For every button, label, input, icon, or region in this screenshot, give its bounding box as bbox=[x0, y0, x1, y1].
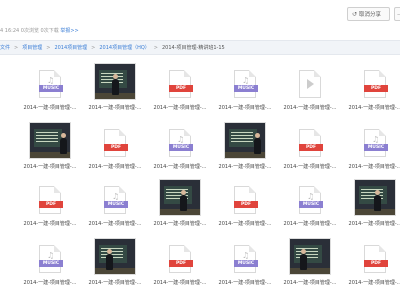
music-file-icon: ♫ MUSIC bbox=[39, 70, 63, 98]
file-item[interactable]: ♫ MUSIC 2014-一建-项目管理-... bbox=[210, 58, 280, 111]
file-name[interactable]: 2014-一建-项目管理-... bbox=[80, 163, 150, 170]
file-item[interactable]: 2014-一建-项目管理-... bbox=[210, 117, 280, 170]
music-file-icon: ♫ MUSIC bbox=[234, 245, 258, 273]
report-link[interactable]: 举报>> bbox=[60, 28, 78, 34]
lecture-thumbnail bbox=[289, 238, 331, 275]
breadcrumb-current: 2014-项目管理-精讲班1-15 bbox=[162, 45, 225, 51]
pdf-file-icon: PDF bbox=[169, 70, 193, 98]
file-name[interactable]: 2014-一建-项目管理-... bbox=[80, 220, 150, 227]
file-name[interactable]: 2014-一建-项目管理-... bbox=[275, 279, 345, 286]
breadcrumb: 文件 > 项目管理 >2014项目管理 >2014项目管理（HQ） >2014-项目管理-… bbox=[0, 44, 225, 51]
file-name[interactable]: 2014-一建-项目管理-... bbox=[145, 220, 215, 227]
file-name[interactable]: 2014-一建-项目管理-... bbox=[210, 163, 280, 170]
music-file-icon: ♫ MUSIC bbox=[104, 186, 128, 214]
file-item[interactable]: ♫ MUSIC 2014-一建-项目管理-... bbox=[275, 174, 345, 227]
file-name[interactable]: 2014-一建-项目管理-... bbox=[145, 279, 215, 286]
file-meta: 4 16:24 0次浏览 0次下载 举报>> bbox=[0, 27, 79, 34]
breadcrumb-separator: > bbox=[153, 45, 158, 51]
file-item[interactable]: ♫ MUSIC 2014-一建-项目管理-... bbox=[210, 233, 280, 286]
lecture-thumbnail bbox=[159, 179, 201, 216]
cancel-share-label: 取消分享 bbox=[359, 12, 382, 18]
file-name[interactable]: 2014-一建-项目管理-... bbox=[340, 279, 400, 286]
music-file-icon: ♫ MUSIC bbox=[364, 129, 388, 157]
file-item[interactable]: PDF 2014-一建-项目管理-... bbox=[275, 117, 345, 170]
file-name[interactable]: 2014-一建-项目管理-... bbox=[145, 104, 215, 111]
music-file-icon: ♫ MUSIC bbox=[169, 129, 193, 157]
breadcrumb-item[interactable]: 文件 bbox=[0, 45, 10, 51]
pdf-file-icon: PDF bbox=[39, 186, 63, 214]
breadcrumb-item[interactable]: 2014项目管理 bbox=[54, 45, 87, 51]
file-item[interactable]: PDF 2014-一建-项目管理-... bbox=[210, 174, 280, 227]
file-name[interactable]: 2014-一建-项目管理-... bbox=[340, 220, 400, 227]
music-file-icon: ♫ MUSIC bbox=[299, 186, 323, 214]
cancel-share-button[interactable]: ↺ 取消分享 bbox=[347, 7, 390, 21]
file-item[interactable]: ♫ MUSIC 2014-一建-项目管理-... bbox=[340, 117, 400, 170]
breadcrumb-separator: > bbox=[46, 45, 51, 51]
file-name[interactable]: 2014-一建-项目管理-... bbox=[210, 279, 280, 286]
file-item[interactable]: PDF 2014-一建-项目管理-... bbox=[80, 117, 150, 170]
lecture-thumbnail bbox=[224, 122, 266, 159]
lecture-thumbnail bbox=[29, 122, 71, 159]
file-item[interactable]: PDF 2014-一建-项目管理-... bbox=[145, 58, 215, 111]
pdf-file-icon: PDF bbox=[169, 245, 193, 273]
pdf-file-icon: PDF bbox=[364, 245, 388, 273]
file-item[interactable]: ♫ MUSIC 2014-一建-项目管理-... bbox=[15, 233, 85, 286]
file-item[interactable]: PDF 2014-一建-项目管理-... bbox=[340, 233, 400, 286]
file-item[interactable]: 2014-一建-项目管理-... bbox=[80, 58, 150, 111]
pdf-file-icon: PDF bbox=[234, 186, 258, 214]
file-item[interactable]: 2014-一建-项目管理-... bbox=[340, 174, 400, 227]
file-name[interactable]: 2014-一建-项目管理-... bbox=[80, 104, 150, 111]
file-name[interactable]: 2014-一建-项目管理-... bbox=[15, 104, 85, 111]
file-item[interactable]: 2014-一建-项目管理-... bbox=[80, 233, 150, 286]
breadcrumb-item[interactable]: 项目管理 bbox=[22, 45, 42, 51]
file-item[interactable]: PDF 2014-一建-项目管理-... bbox=[15, 174, 85, 227]
file-name[interactable]: 2014-一建-项目管理-... bbox=[15, 279, 85, 286]
breadcrumb-item[interactable]: 2014项目管理（HQ） bbox=[99, 45, 149, 51]
file-item[interactable]: 2014-一建-项目管理-... bbox=[15, 117, 85, 170]
pdf-file-icon: PDF bbox=[104, 129, 128, 157]
file-item[interactable]: 2014-一建-项目管理-... bbox=[275, 58, 345, 111]
file-name[interactable]: 2014-一建-项目管理-... bbox=[15, 163, 85, 170]
file-name[interactable]: 2014-一建-项目管理-... bbox=[15, 220, 85, 227]
file-item[interactable]: ♫ MUSIC 2014-一建-项目管理-... bbox=[80, 174, 150, 227]
breadcrumb-separator: > bbox=[91, 45, 96, 51]
file-name[interactable]: 2014-一建-项目管理-... bbox=[145, 163, 215, 170]
breadcrumb-separator: > bbox=[14, 45, 19, 51]
video-file-icon bbox=[299, 70, 321, 98]
file-name[interactable]: 2014-一建-项目管理-... bbox=[210, 220, 280, 227]
file-item[interactable]: 2014-一建-项目管理-... bbox=[275, 233, 345, 286]
music-file-icon: ♫ MUSIC bbox=[39, 245, 63, 273]
file-name[interactable]: 2014-一建-项目管理-... bbox=[80, 279, 150, 286]
lecture-thumbnail bbox=[94, 63, 136, 100]
pdf-file-icon: PDF bbox=[299, 129, 323, 157]
breadcrumb-bar: 文件 > 项目管理 >2014项目管理 >2014项目管理（HQ） >2014-项目管理-… bbox=[0, 40, 400, 55]
file-name[interactable]: 2014-一建-项目管理-... bbox=[340, 104, 400, 111]
file-item[interactable]: ♫ MUSIC 2014-一建-项目管理-... bbox=[15, 58, 85, 111]
more-button[interactable]: ... bbox=[394, 7, 400, 21]
lecture-thumbnail bbox=[94, 238, 136, 275]
file-item[interactable]: PDF 2014-一建-项目管理-... bbox=[340, 58, 400, 111]
meta-text: 4 16:24 0次浏览 0次下载 bbox=[0, 28, 61, 34]
file-item[interactable]: PDF 2014-一建-项目管理-... bbox=[145, 233, 215, 286]
file-name[interactable]: 2014-一建-项目管理-... bbox=[275, 104, 345, 111]
file-item[interactable]: 2014-一建-项目管理-... bbox=[145, 174, 215, 227]
file-name[interactable]: 2014-一建-项目管理-... bbox=[340, 163, 400, 170]
music-file-icon: ♫ MUSIC bbox=[234, 70, 258, 98]
pdf-file-icon: PDF bbox=[364, 70, 388, 98]
file-name[interactable]: 2014-一建-项目管理-... bbox=[275, 220, 345, 227]
file-item[interactable]: ♫ MUSIC 2014-一建-项目管理-... bbox=[145, 117, 215, 170]
share-icon: ↺ bbox=[352, 10, 358, 18]
lecture-thumbnail bbox=[354, 179, 396, 216]
file-name[interactable]: 2014-一建-项目管理-... bbox=[210, 104, 280, 111]
file-name[interactable]: 2014-一建-项目管理-... bbox=[275, 163, 345, 170]
